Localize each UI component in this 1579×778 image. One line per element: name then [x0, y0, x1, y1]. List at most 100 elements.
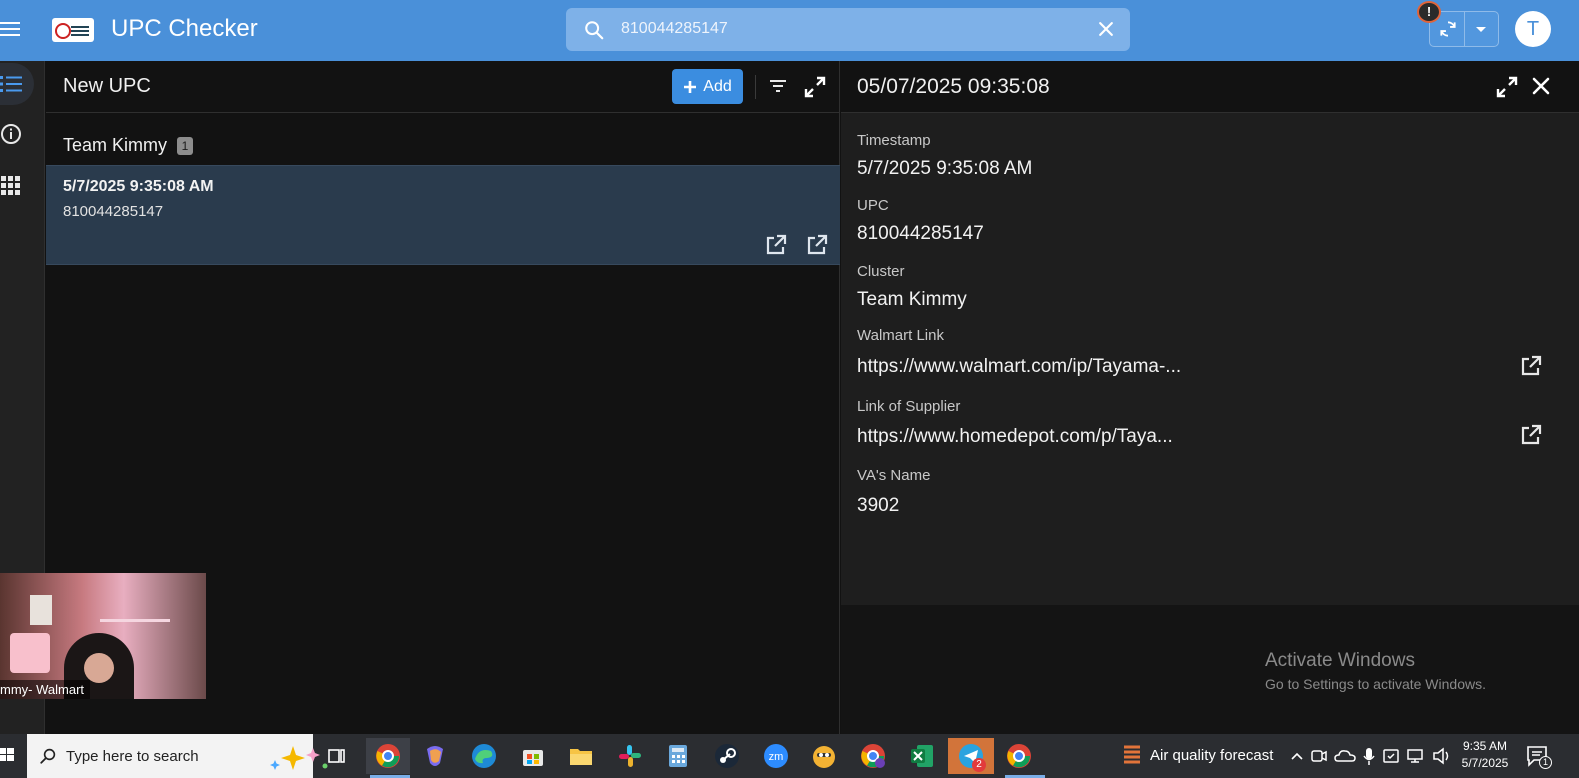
taskbar-chrome-profile[interactable]	[855, 738, 891, 774]
plus-icon	[684, 80, 697, 93]
clock-time: 9:35 AM	[1462, 739, 1508, 753]
alert-icon[interactable]: !	[1417, 1, 1441, 23]
volume-icon[interactable]	[1432, 746, 1452, 766]
folder-icon	[570, 749, 592, 765]
windows-taskbar: Type here to search zm 2 Air quality for…	[0, 734, 1579, 778]
group-header: Team Kimmy 1	[63, 135, 194, 156]
meet-now-icon[interactable]	[1310, 746, 1328, 766]
clock-date: 5/7/2025	[1461, 756, 1509, 770]
nav-info[interactable]	[0, 113, 34, 155]
chrome-icon	[376, 744, 400, 768]
taskbar-weather[interactable]: Air quality forecast	[1122, 744, 1273, 766]
steam-icon	[715, 744, 739, 768]
filter-icon[interactable]	[768, 77, 788, 95]
field-value-supplier-link[interactable]: https://www.homedepot.com/p/Taya...	[857, 426, 1173, 448]
webcam-shelf	[100, 619, 170, 622]
nav-apps[interactable]	[0, 163, 34, 205]
taskbar-excel[interactable]	[904, 738, 940, 774]
taskbar-steam[interactable]	[709, 738, 745, 774]
nav-list-view[interactable]	[0, 63, 34, 105]
microphone-icon[interactable]	[1362, 746, 1376, 766]
taskbar-slack[interactable]	[612, 738, 648, 774]
slack-icon	[619, 745, 641, 767]
field-label-supplier-link: Link of Supplier	[857, 398, 961, 415]
task-view-icon[interactable]	[327, 746, 347, 766]
windows-start-icon[interactable]	[0, 746, 14, 764]
field-value-cluster: Team Kimmy	[857, 289, 967, 310]
list-panel-title: New UPC	[63, 75, 151, 97]
close-icon[interactable]	[1531, 76, 1551, 96]
info-icon	[1, 124, 21, 144]
expand-icon[interactable]	[804, 76, 826, 98]
chevron-down-icon[interactable]	[1474, 25, 1488, 35]
expand-icon[interactable]	[1496, 76, 1518, 98]
taskbar-copilot[interactable]	[417, 738, 453, 774]
company-logo	[52, 18, 94, 42]
notification-count: 1	[1539, 756, 1552, 769]
app-title: UPC Checker	[111, 15, 258, 42]
list-panel-header: New UPC Add	[46, 61, 840, 113]
air-quality-icon	[1124, 745, 1140, 764]
copilot-sparkle-icon[interactable]	[267, 742, 331, 772]
onedrive-icon[interactable]	[1334, 746, 1356, 766]
search-icon	[40, 748, 56, 764]
taskbar-calculator[interactable]	[660, 738, 696, 774]
taskbar-chrome-2[interactable]	[1001, 738, 1045, 778]
activate-windows-watermark: Activate Windows Go to Settings to activ…	[1265, 650, 1486, 692]
field-value-timestamp: 5/7/2025 9:35:08 AM	[857, 158, 1033, 179]
field-label-cluster: Cluster	[857, 263, 905, 280]
search-bar	[566, 8, 1130, 51]
watermark-subtitle: Go to Settings to activate Windows.	[1265, 676, 1486, 692]
taskbar-edge[interactable]	[466, 738, 502, 774]
store-icon	[523, 750, 543, 766]
user-avatar[interactable]: T	[1515, 11, 1551, 47]
system-tray	[1290, 746, 1452, 766]
svg-text:zm: zm	[769, 751, 784, 763]
clear-search-icon[interactable]	[1096, 19, 1116, 39]
taskbar-store[interactable]	[515, 738, 551, 774]
weather-label: Air quality forecast	[1150, 746, 1274, 764]
group-count-badge: 1	[177, 136, 194, 155]
network-icon[interactable]	[1406, 746, 1426, 766]
add-button[interactable]: Add	[672, 69, 743, 104]
search-input[interactable]	[621, 18, 1081, 40]
taskbar-chrome[interactable]	[366, 738, 410, 778]
record-detail-panel: 05/07/2025 09:35:08 Timestamp 5/7/2025 9…	[841, 61, 1579, 605]
external-link-icon[interactable]	[1520, 355, 1542, 377]
chevron-up-icon[interactable]	[1290, 746, 1304, 766]
taskbar-search-box[interactable]: Type here to search	[27, 734, 328, 778]
list-item[interactable]: 5/7/2025 9:35:08 AM 810044285147	[46, 165, 840, 265]
webcam-caption: mmy- Walmart	[0, 680, 91, 699]
external-link-icon[interactable]	[1520, 424, 1542, 446]
notification-center[interactable]: 1	[1526, 744, 1552, 773]
taskbar-duck-app[interactable]	[806, 738, 842, 774]
taskbar-telegram[interactable]: 2	[948, 738, 994, 774]
taskbar-search-placeholder: Type here to search	[66, 747, 199, 765]
field-label-upc: UPC	[857, 197, 889, 214]
watermark-title: Activate Windows	[1265, 650, 1415, 671]
external-link-icon[interactable]	[765, 234, 787, 256]
security-icon[interactable]	[1382, 746, 1400, 766]
sync-icon[interactable]	[1438, 19, 1458, 39]
field-value-va-name: 3902	[857, 495, 900, 516]
taskbar-clock[interactable]: 9:35 AM 5/7/2025	[1456, 738, 1514, 772]
excel-icon	[911, 745, 933, 767]
list-item-timestamp: 5/7/2025 9:35:08 AM	[63, 178, 214, 195]
taskbar-zoom[interactable]: zm	[758, 738, 794, 774]
field-value-walmart-link[interactable]: https://www.walmart.com/ip/Tayama-...	[857, 356, 1181, 378]
field-label-va-name: VA's Name	[857, 467, 931, 484]
apps-grid-icon	[1, 176, 20, 195]
taskbar-file-explorer[interactable]	[563, 738, 599, 774]
webcam-overlay[interactable]: mmy- Walmart	[0, 573, 206, 699]
duck-icon	[813, 746, 835, 768]
copilot-icon	[427, 746, 443, 766]
detail-title: 05/07/2025 09:35:08	[857, 75, 1050, 98]
external-link-icon[interactable]	[806, 234, 828, 256]
list-item-upc: 810044285147	[63, 203, 164, 220]
menu-icon[interactable]	[0, 18, 22, 42]
field-value-upc: 810044285147	[857, 223, 984, 244]
edge-icon	[472, 744, 496, 768]
group-name: Team Kimmy	[63, 135, 168, 155]
list-icon	[0, 76, 22, 92]
chrome-icon	[1007, 744, 1031, 768]
